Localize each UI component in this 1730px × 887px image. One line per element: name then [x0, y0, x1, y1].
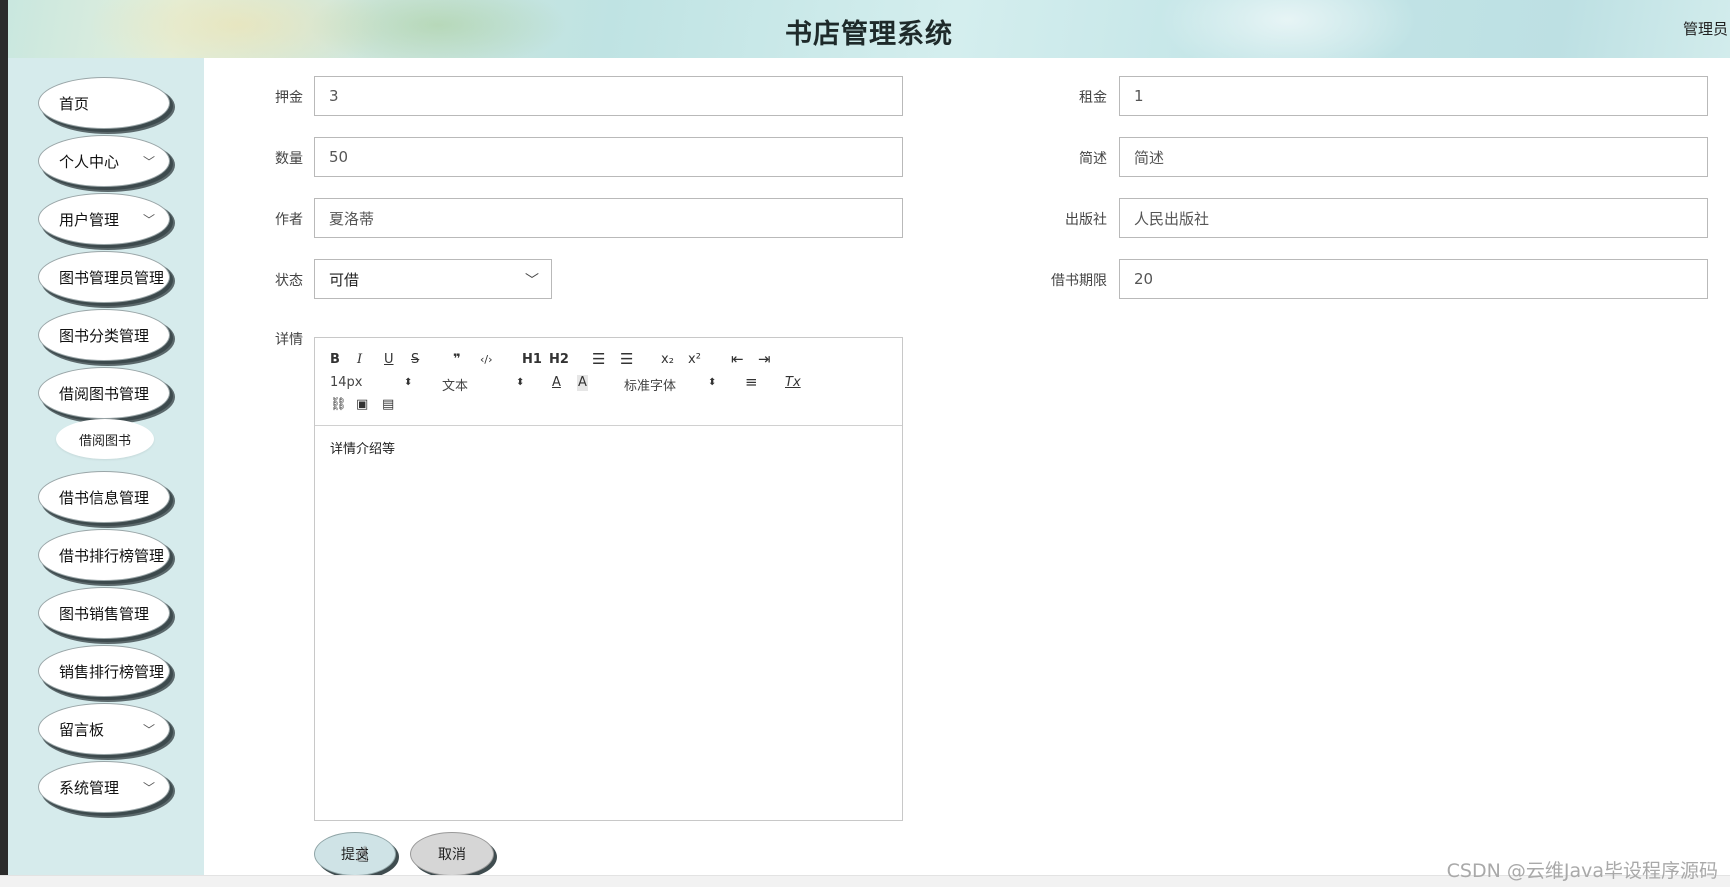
sidebar-item-system-management[interactable]: 系统管理 ﹀ — [38, 761, 170, 813]
sidebar-item-librarian-management[interactable]: 图书管理员管理 — [38, 251, 170, 303]
italic-icon[interactable]: I — [357, 352, 362, 368]
text-type-value: 文本 — [442, 379, 469, 394]
sidebar-item-label: 销售排行榜管理 — [59, 662, 165, 681]
background-color-icon[interactable]: A — [577, 375, 588, 391]
chevron-down-icon: ﹀ — [525, 273, 539, 289]
summary-input[interactable]: 简述 — [1119, 137, 1708, 177]
heading-1-icon[interactable]: H1 — [522, 352, 542, 368]
sidebar-item-borrow-info-management[interactable]: 借书信息管理 — [38, 471, 170, 523]
blockquote-icon[interactable]: ❞ — [453, 352, 461, 368]
sidebar-item-borrow-book-management[interactable]: 借阅图书管理 — [38, 367, 170, 419]
loan-period-label: 借书期限 — [1051, 273, 1107, 289]
updown-arrow-icon: ⬍ — [404, 377, 413, 388]
editor-toolbar: B I U S ❞ ‹/› H1 H2 ☰ ☰ x₂ x² ⇤ ⇥ 14px ⬍… — [315, 338, 902, 426]
author-label: 作者 — [275, 212, 303, 228]
sidebar-subitem-borrow-book[interactable]: 借阅图书 — [56, 419, 154, 459]
quantity-label: 数量 — [275, 151, 303, 167]
editor-content[interactable]: 详情介绍等 — [330, 438, 395, 457]
font-size-value: 14px — [330, 375, 363, 390]
sidebar-item-message-board[interactable]: 留言板 ﹀ — [38, 703, 170, 755]
chevron-down-icon: ﹀ — [142, 213, 155, 227]
sidebar-item-borrow-ranking-management[interactable]: 借书排行榜管理 — [38, 529, 170, 581]
deposit-input[interactable]: 3 — [314, 76, 903, 116]
underline-icon[interactable]: U — [384, 352, 394, 368]
sidebar: 首页 个人中心 ﹀ 用户管理 ﹀ 图书管理员管理 图书分类管理 借阅图书管理 借… — [8, 58, 204, 875]
sidebar-item-label: 图书管理员管理 — [59, 268, 165, 287]
text-type-select[interactable]: 文本 ⬍ — [442, 375, 525, 394]
font-color-icon[interactable]: A — [552, 375, 561, 391]
sidebar-item-label: 留言板 — [59, 720, 105, 739]
sidebar-subitem-label: 借阅图书 — [78, 433, 131, 449]
rich-text-editor: B I U S ❞ ‹/› H1 H2 ☰ ☰ x₂ x² ⇤ ⇥ 14px ⬍… — [314, 337, 903, 821]
indent-icon[interactable]: ⇥ — [758, 351, 771, 367]
heading-2-icon[interactable]: H2 — [549, 352, 569, 368]
ordered-list-icon[interactable]: ☰ — [592, 351, 605, 367]
details-label: 详情 — [275, 332, 303, 348]
hand-cursor-icon: ☝ — [356, 842, 369, 866]
sidebar-item-sales-ranking-management[interactable]: 销售排行榜管理 — [38, 645, 170, 697]
app-header: 书店管理系统 管理员 — [8, 0, 1730, 58]
clear-format-icon[interactable]: Tx — [785, 375, 801, 391]
status-select[interactable]: 可借 ﹀ — [314, 259, 552, 299]
sidebar-item-sales-management[interactable]: 图书销售管理 — [38, 587, 170, 639]
user-role-label[interactable]: 管理员 — [1683, 18, 1728, 39]
watermark-text: CSDN @云维Java毕设程序源码 — [1446, 860, 1718, 882]
font-size-select[interactable]: 14px ⬍ — [330, 375, 413, 390]
chevron-down-icon: ﹀ — [142, 781, 155, 795]
superscript-icon[interactable]: x² — [688, 352, 701, 368]
updown-arrow-icon: ⬍ — [708, 377, 717, 388]
sidebar-item-home[interactable]: 首页 — [38, 77, 170, 129]
author-input[interactable]: 夏洛蒂 — [314, 198, 903, 238]
chevron-down-icon: ﹀ — [142, 155, 155, 169]
align-icon[interactable]: ≡ — [745, 374, 758, 390]
rent-label: 租金 — [1079, 90, 1107, 106]
sidebar-item-category-management[interactable]: 图书分类管理 — [38, 309, 170, 361]
sidebar-item-label: 首页 — [59, 94, 90, 113]
bullet-list-icon[interactable]: ☰ — [620, 351, 633, 367]
app-title: 书店管理系统 — [785, 19, 953, 50]
sidebar-item-label: 个人中心 — [59, 152, 120, 171]
font-family-value: 标准字体 — [624, 379, 677, 394]
subscript-icon[interactable]: x₂ — [661, 352, 674, 368]
sidebar-item-personal-center[interactable]: 个人中心 ﹀ — [38, 135, 170, 187]
deposit-label: 押金 — [275, 90, 303, 106]
submit-button[interactable]: 提交 — [314, 832, 396, 876]
rent-input[interactable]: 1 — [1119, 76, 1708, 116]
sidebar-item-label: 借书排行榜管理 — [59, 546, 165, 565]
window-left-border — [0, 0, 8, 875]
sidebar-item-label: 图书分类管理 — [59, 326, 150, 345]
bold-icon[interactable]: B — [330, 352, 340, 368]
app-window: 书店管理系统 管理员 首页 个人中心 ﹀ 用户管理 ﹀ 图书管理员管理 图书分类… — [0, 0, 1730, 887]
outdent-icon[interactable]: ⇤ — [731, 351, 744, 367]
loan-period-input[interactable]: 20 — [1119, 259, 1708, 299]
font-family-select[interactable]: 标准字体 ⬍ — [624, 375, 717, 394]
cancel-button[interactable]: 取消 — [410, 832, 494, 876]
code-block-icon[interactable]: ‹/› — [480, 352, 493, 368]
sidebar-item-label: 系统管理 — [59, 778, 120, 797]
video-icon[interactable]: ▤ — [382, 397, 394, 413]
chevron-down-icon: ﹀ — [142, 723, 155, 737]
updown-arrow-icon: ⬍ — [516, 377, 525, 388]
sidebar-item-label: 图书销售管理 — [59, 604, 150, 623]
status-select-value: 可借 — [329, 270, 360, 289]
status-label: 状态 — [275, 273, 303, 289]
summary-label: 简述 — [1079, 151, 1107, 167]
publisher-label: 出版社 — [1065, 212, 1107, 228]
link-icon[interactable]: ⛓ — [330, 397, 347, 413]
publisher-input[interactable]: 人民出版社 — [1119, 198, 1708, 238]
strikethrough-icon[interactable]: S — [411, 352, 419, 368]
sidebar-item-label: 借书信息管理 — [59, 488, 150, 507]
sidebar-item-user-management[interactable]: 用户管理 ﹀ — [38, 193, 170, 245]
sidebar-item-label: 借阅图书管理 — [59, 384, 150, 403]
image-icon[interactable]: ▣ — [356, 397, 368, 413]
sidebar-item-label: 用户管理 — [59, 210, 120, 229]
quantity-input[interactable]: 50 — [314, 137, 903, 177]
